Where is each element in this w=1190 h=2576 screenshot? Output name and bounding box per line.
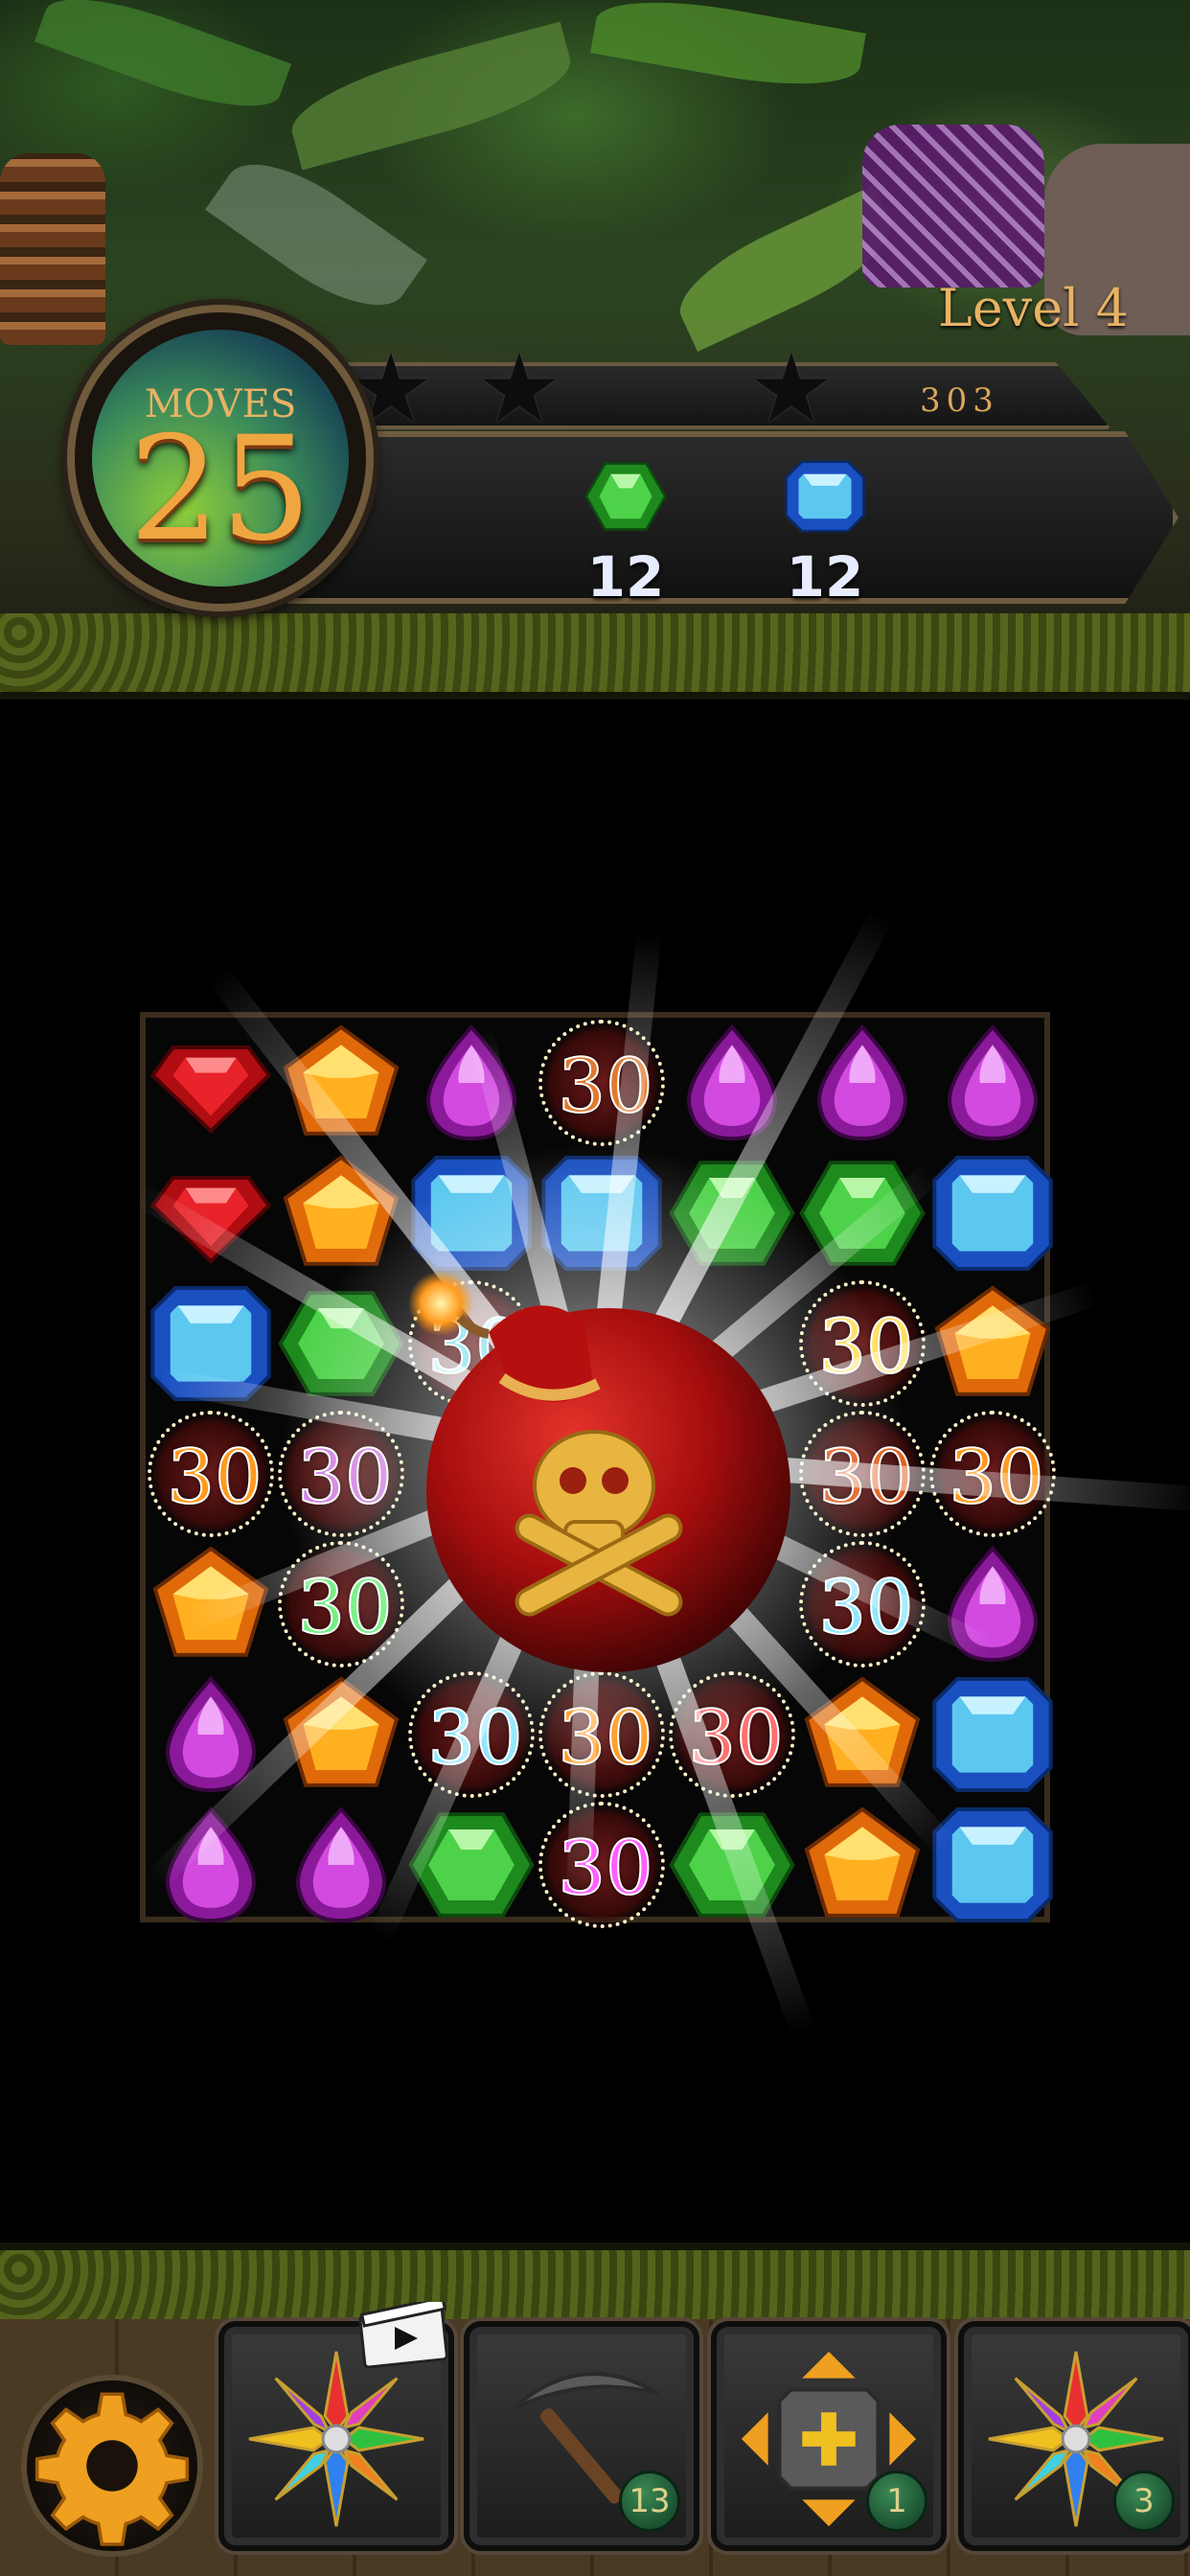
goal-blue-count: 12 xyxy=(786,544,864,610)
blue-gem[interactable] xyxy=(929,1671,1056,1798)
goal-blue-gem: 12 xyxy=(772,458,878,610)
swap-count: 1 xyxy=(866,2471,927,2532)
skull-bomb[interactable] xyxy=(402,1265,795,1677)
moves-value: 25 xyxy=(128,406,312,573)
score-value: 303 xyxy=(920,381,999,420)
goal-panel xyxy=(287,431,1179,604)
pickaxe-count: 13 xyxy=(619,2471,680,2532)
settings-button[interactable] xyxy=(21,2375,203,2557)
goal-green-count: 12 xyxy=(586,544,665,610)
goal-green-gem: 12 xyxy=(573,458,678,610)
moves-counter: MOVES 25 xyxy=(67,305,374,611)
booster-pickaxe[interactable]: 13 xyxy=(464,2321,699,2551)
points-value: 30 xyxy=(166,1434,263,1522)
blue-gem[interactable] xyxy=(929,1150,1056,1276)
watch-video-icon[interactable] xyxy=(356,2302,452,2371)
progress-star-2: ★ xyxy=(476,333,562,445)
rainbow-star-icon xyxy=(248,2351,424,2527)
booster-swap[interactable]: 1 xyxy=(711,2321,947,2551)
level-label: Level 4 xyxy=(937,278,1129,338)
points-popup: 30 xyxy=(148,1411,274,1537)
moss-border-top xyxy=(0,613,1190,700)
purple-gem[interactable] xyxy=(929,1541,1056,1668)
gear-icon xyxy=(34,2392,190,2546)
points-value: 30 xyxy=(557,1825,653,1913)
rainbow-star-count: 3 xyxy=(1113,2471,1175,2532)
blue-gem-icon xyxy=(785,460,865,533)
tiki-totem-right xyxy=(862,125,1044,288)
blue-gem[interactable] xyxy=(929,1802,1056,1928)
purple-gem[interactable] xyxy=(929,1020,1056,1146)
moss-border-bottom xyxy=(0,2242,1190,2329)
tiki-totem-left xyxy=(0,153,105,345)
booster-rainbow-star[interactable]: 3 xyxy=(958,2321,1190,2551)
points-popup: 30 xyxy=(538,1802,665,1928)
progress-star-3: ★ xyxy=(748,333,835,445)
green-gem-icon xyxy=(584,462,667,531)
